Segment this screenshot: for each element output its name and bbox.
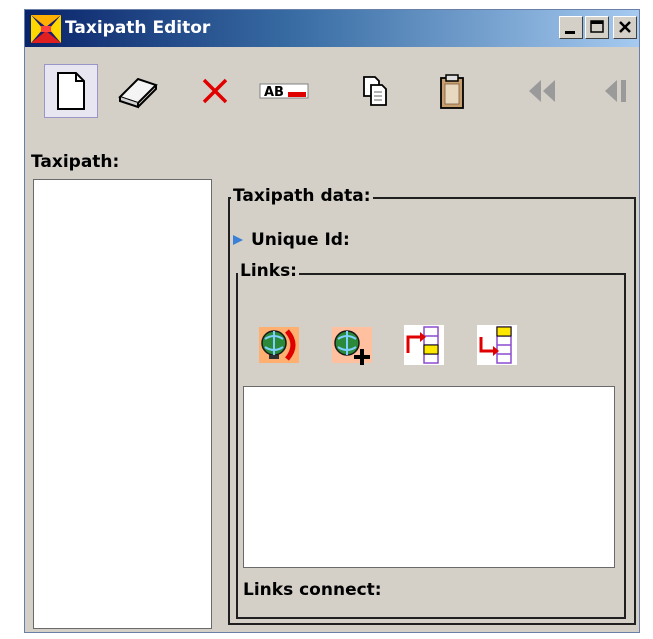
minimize-icon: [565, 31, 575, 34]
close-button[interactable]: [613, 16, 637, 39]
rename-ab-icon: AB: [259, 83, 309, 100]
first-button[interactable]: [515, 64, 569, 118]
clipboard-icon: [440, 74, 464, 109]
step-back-icon: [605, 80, 626, 102]
links-list[interactable]: [243, 386, 615, 568]
rename-button[interactable]: AB: [257, 64, 311, 118]
previous-button[interactable]: [587, 64, 641, 118]
link-globe-button[interactable]: [257, 323, 301, 367]
paste-button[interactable]: [425, 64, 479, 118]
maximize-button[interactable]: [585, 16, 609, 39]
window-title: Taxipath Editor: [65, 18, 211, 38]
rewind-icon: [529, 80, 555, 102]
svg-text:AB: AB: [264, 85, 284, 100]
globe-add-icon: [332, 327, 372, 365]
links-title: Links:: [238, 261, 299, 281]
taxipath-editor-window: Taxipath Editor AB Taxipath: Taxipath da…: [24, 9, 640, 633]
minimize-button[interactable]: [559, 16, 583, 39]
arrow-list-icon: [404, 325, 444, 365]
eraser-icon: [118, 77, 158, 109]
close-icon: [619, 21, 631, 33]
taxipath-label: Taxipath:: [31, 152, 120, 172]
globe-link-icon: [259, 327, 299, 363]
new-document-icon: [57, 72, 85, 110]
links-connect-label: Links connect:: [243, 580, 382, 600]
link-move-button-1[interactable]: [402, 323, 446, 367]
taxipath-data-title: Taxipath data:: [231, 186, 373, 206]
title-bar[interactable]: Taxipath Editor: [25, 10, 639, 47]
taxipath-list[interactable]: [33, 179, 212, 629]
app-icon: [31, 15, 61, 43]
new-button[interactable]: [44, 64, 98, 118]
copy-icon: [363, 76, 387, 106]
unique-id-label: Unique Id:: [251, 230, 350, 250]
maximize-icon: [590, 20, 604, 33]
add-globe-button[interactable]: [330, 323, 374, 367]
copy-button[interactable]: [349, 64, 403, 118]
link-move-button-2[interactable]: [475, 323, 519, 367]
red-x-icon: [202, 78, 228, 104]
expand-arrow-icon[interactable]: [231, 233, 245, 247]
arrow-list-icon: [477, 325, 517, 365]
delete-button[interactable]: [188, 64, 242, 118]
erase-button[interactable]: [111, 64, 165, 118]
